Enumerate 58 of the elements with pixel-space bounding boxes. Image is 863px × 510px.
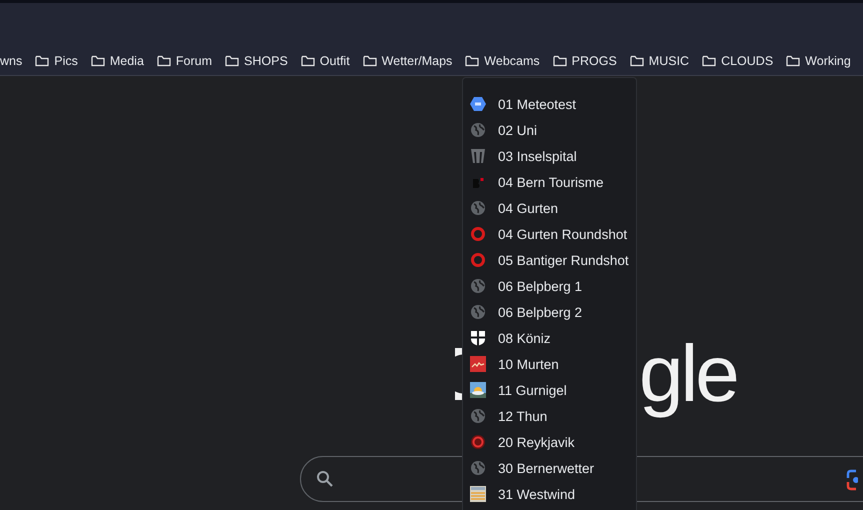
bookmark-folder[interactable]: SHOPS xyxy=(219,54,295,68)
bookmark-item[interactable]: 05 Bantiger Rundshot xyxy=(463,247,636,273)
bookmark-folder[interactable]: Outfit xyxy=(294,54,357,68)
bookmark-folder[interactable]: Working xyxy=(780,54,858,68)
folder-icon xyxy=(156,55,171,67)
bookmark-item[interactable]: 10 Murten xyxy=(463,351,636,377)
folder-icon xyxy=(630,55,644,67)
bookmark-item[interactable]: 06 Belpberg 1 xyxy=(463,273,636,299)
bookmark-folder[interactable]: wns xyxy=(0,54,30,68)
bookmark-folder[interactable]: Pics xyxy=(29,54,85,68)
table-icon xyxy=(470,486,486,502)
bookmark-item[interactable]: 12 Thun xyxy=(463,403,636,429)
folder-icon xyxy=(35,55,50,67)
bookmark-item[interactable]: 03 Inselspital xyxy=(463,143,636,169)
bookmark-item[interactable]: 11 Gurnigel xyxy=(463,377,636,403)
logo-letter-arc xyxy=(455,348,465,400)
globe-icon xyxy=(470,304,486,320)
bookmark-folder[interactable]: Webcams xyxy=(459,54,547,68)
bookmark-item[interactable]: 04 Bern Tourisme xyxy=(463,169,636,195)
flag-icon xyxy=(470,356,486,372)
bookmark-folder[interactable]: Forum xyxy=(150,54,220,68)
bookmark-folder[interactable]: CLOUDS xyxy=(696,54,780,68)
globe-icon xyxy=(470,278,486,294)
bookmark-item[interactable]: 04 Gurten xyxy=(463,195,636,221)
bookmark-folder[interactable]: Media xyxy=(84,54,151,68)
bookmark-item[interactable]: 31 Westwind xyxy=(463,481,636,507)
globe-icon xyxy=(470,200,486,216)
weather-icon xyxy=(470,382,486,398)
search-icon xyxy=(316,470,334,488)
target-icon xyxy=(470,434,486,450)
bookmark-item[interactable]: 04 Gurten Roundshot xyxy=(463,221,636,247)
bookmark-folder[interactable]: PROGS xyxy=(546,54,624,68)
folder-icon xyxy=(465,55,480,67)
pillars-icon xyxy=(470,148,486,164)
google-logo: gle xyxy=(639,328,738,420)
folder-icon xyxy=(362,55,377,67)
bookmark-item[interactable]: 01 Meteotest xyxy=(463,91,636,117)
hexagon-icon xyxy=(470,96,486,112)
bookmark-item[interactable]: 20 Reykjavik xyxy=(463,429,636,455)
globe-icon xyxy=(470,460,486,476)
bookmark-item[interactable]: 08 Köniz xyxy=(463,325,636,351)
folder-icon xyxy=(90,55,105,67)
globe-icon xyxy=(470,122,486,138)
folder-icon xyxy=(225,55,240,67)
ring-icon xyxy=(470,252,486,268)
bookmark-folder[interactable]: Wetter/Maps xyxy=(356,54,460,68)
folder-icon xyxy=(300,55,315,67)
ring-icon xyxy=(470,226,486,242)
camera-icon[interactable] xyxy=(846,469,858,491)
shield-icon xyxy=(470,330,486,346)
bookmark-item[interactable]: 30 Bernerwetter xyxy=(463,455,636,481)
bookmark-item[interactable]: 06 Belpberg 2 xyxy=(463,299,636,325)
globe-icon xyxy=(470,408,486,424)
folder-icon xyxy=(786,55,800,67)
bookmark-folder[interactable]: MUSIC xyxy=(624,54,696,68)
bookmark-item[interactable]: 02 Uni xyxy=(463,117,636,143)
folder-icon xyxy=(702,55,716,67)
folder-icon xyxy=(552,55,567,67)
